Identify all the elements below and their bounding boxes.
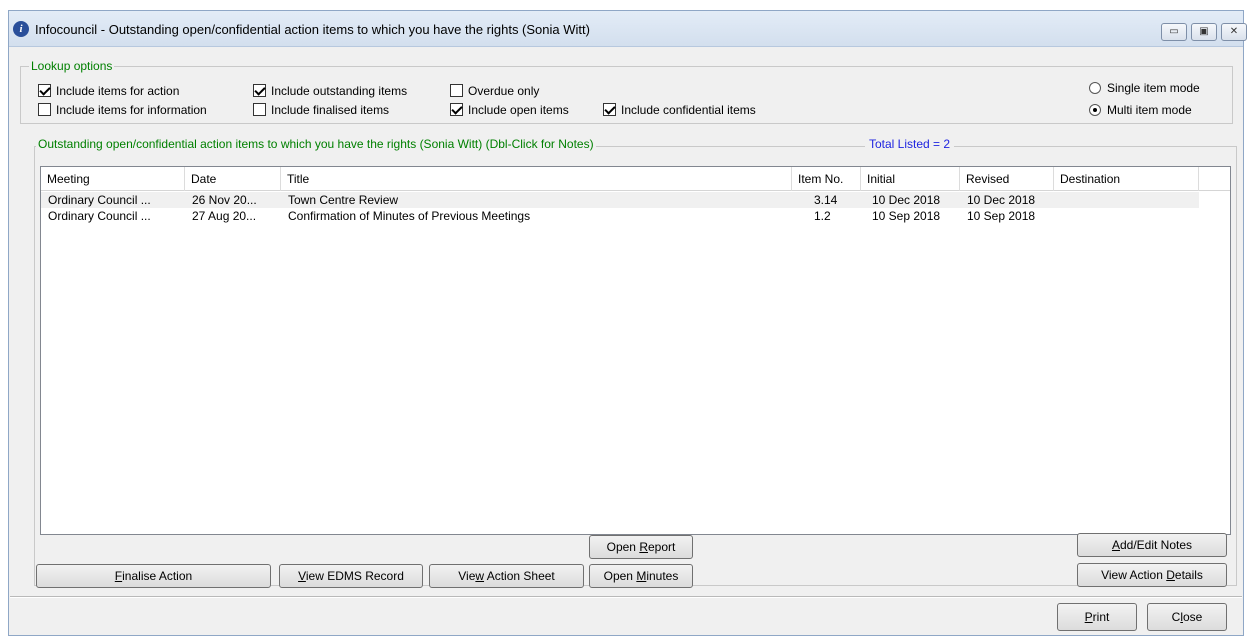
- add-edit-notes-button[interactable]: Add/Edit Notes: [1077, 533, 1227, 557]
- checkbox-label: Include confidential items: [621, 103, 756, 117]
- lookup-options-legend: Lookup options: [29, 59, 115, 73]
- checkbox-box: [38, 84, 51, 97]
- cell-item-no: 3.14: [814, 193, 838, 207]
- label-accesskey: D: [1166, 568, 1175, 582]
- list-header: Meeting Date Title Item No. Initial Revi…: [41, 167, 1230, 191]
- label-part: ose: [1182, 610, 1203, 624]
- label-part: inalise Action: [122, 569, 193, 583]
- cell-item-no: 1.2: [814, 209, 831, 223]
- cell-title: Town Centre Review: [288, 193, 399, 207]
- cell-date: 27 Aug 20...: [192, 209, 257, 223]
- open-report-button[interactable]: Open Report: [589, 535, 693, 559]
- radio-dot: [1089, 82, 1101, 94]
- cell-revised: 10 Dec 2018: [967, 193, 1036, 207]
- label-part: Vie: [458, 569, 476, 583]
- cell-meeting: Ordinary Council ...: [48, 193, 151, 207]
- label-part: eport: [648, 540, 676, 554]
- checkbox-items-for-information[interactable]: Include items for information: [38, 103, 207, 119]
- checkbox-label: Overdue only: [468, 84, 540, 98]
- checkbox-finalised-items[interactable]: Include finalised items: [253, 103, 389, 119]
- label-accesskey: A: [1111, 538, 1120, 552]
- cell-title: Confirmation of Minutes of Previous Meet…: [288, 209, 531, 223]
- radio-single-item-mode[interactable]: Single item mode: [1089, 81, 1200, 97]
- print-button[interactable]: Print: [1057, 603, 1137, 631]
- label-part: View Action: [1101, 568, 1167, 582]
- cell-date: 26 Nov 20...: [192, 193, 257, 207]
- checkbox-box: [253, 84, 266, 97]
- checkbox-open-items[interactable]: Include open items: [450, 103, 569, 119]
- checkbox-items-for-action[interactable]: Include items for action: [38, 84, 179, 100]
- label-part: Open: [606, 540, 640, 554]
- checkbox-label: Include items for information: [56, 103, 207, 117]
- checkbox-label: Include items for action: [56, 84, 180, 98]
- column-header-title[interactable]: Title: [281, 167, 792, 191]
- radio-label: Single item mode: [1107, 81, 1200, 95]
- close-window-button[interactable]: ✕: [1221, 23, 1247, 41]
- view-action-details-button[interactable]: View Action Details: [1077, 563, 1227, 587]
- cell-initial: 10 Dec 2018: [872, 193, 941, 207]
- cell-meeting: Ordinary Council ...: [48, 209, 151, 223]
- info-icon: i: [13, 21, 29, 37]
- title-bar[interactable]: i Infocouncil - Outstanding open/confide…: [9, 11, 1247, 47]
- total-listed: Total Listed = 2: [865, 137, 955, 151]
- label-part: C: [1171, 610, 1181, 624]
- label-part: Action Sheet: [484, 569, 555, 583]
- checkbox-label: Include finalised items: [271, 103, 390, 117]
- label-accesskey: V: [298, 569, 306, 583]
- checkbox-label: Include open items: [468, 103, 569, 117]
- column-header-initial[interactable]: Initial: [861, 167, 960, 191]
- checkbox-box: [603, 103, 616, 116]
- label-accesskey: w: [475, 569, 485, 583]
- maximize-button[interactable]: ▣: [1191, 23, 1217, 41]
- label-part: dd/Edit Notes: [1119, 538, 1193, 552]
- column-header-item-no[interactable]: Item No.: [792, 167, 861, 191]
- action-items-list[interactable]: Meeting Date Title Item No. Initial Revi…: [40, 166, 1231, 535]
- label-part: iew EDMS Record: [305, 569, 404, 583]
- checkbox-box: [38, 103, 51, 116]
- checkbox-overdue-only[interactable]: Overdue only: [450, 84, 539, 100]
- checkbox-confidential-items[interactable]: Include confidential items: [603, 103, 756, 119]
- radio-multi-item-mode[interactable]: Multi item mode: [1089, 103, 1192, 119]
- checkbox-outstanding-items[interactable]: Include outstanding items: [253, 84, 407, 100]
- column-header-revised[interactable]: Revised: [960, 167, 1054, 191]
- checkbox-label: Include outstanding items: [271, 84, 408, 98]
- close-button[interactable]: Close: [1147, 603, 1227, 631]
- checkbox-box: [450, 103, 463, 116]
- label-part: Open: [603, 569, 637, 583]
- column-header-meeting[interactable]: Meeting: [41, 167, 185, 191]
- open-minutes-button[interactable]: Open Minutes: [589, 564, 693, 588]
- label-accesskey: M: [636, 569, 647, 583]
- label-part: etails: [1174, 568, 1203, 582]
- table-row[interactable]: Ordinary Council ... 27 Aug 20... Confir…: [41, 208, 1199, 224]
- view-action-sheet-button[interactable]: View Action Sheet: [429, 564, 584, 588]
- column-header-destination[interactable]: Destination: [1054, 167, 1199, 191]
- cell-revised: 10 Sep 2018: [967, 209, 1036, 223]
- minimize-button[interactable]: ▭: [1161, 23, 1187, 41]
- checkbox-box: [450, 84, 463, 97]
- label-accesskey: P: [1084, 610, 1093, 624]
- label-part: rint: [1092, 610, 1110, 624]
- separator-line: [10, 596, 1242, 598]
- listing-legend: Outstanding open/confidential action ite…: [36, 137, 596, 151]
- view-edms-record-button[interactable]: View EDMS Record: [279, 564, 423, 588]
- table-row[interactable]: Ordinary Council ... 26 Nov 20... Town C…: [41, 192, 1199, 208]
- radio-dot: [1089, 104, 1101, 116]
- main-window: i Infocouncil - Outstanding open/confide…: [8, 10, 1247, 636]
- radio-label: Multi item mode: [1107, 103, 1192, 117]
- checkbox-box: [253, 103, 266, 116]
- column-header-date[interactable]: Date: [185, 167, 281, 191]
- cell-initial: 10 Sep 2018: [872, 209, 941, 223]
- label-part: inutes: [646, 569, 679, 583]
- label-accesskey: R: [639, 540, 648, 554]
- window-title: Infocouncil - Outstanding open/confident…: [35, 22, 590, 37]
- finalise-action-button[interactable]: Finalise Action: [36, 564, 271, 588]
